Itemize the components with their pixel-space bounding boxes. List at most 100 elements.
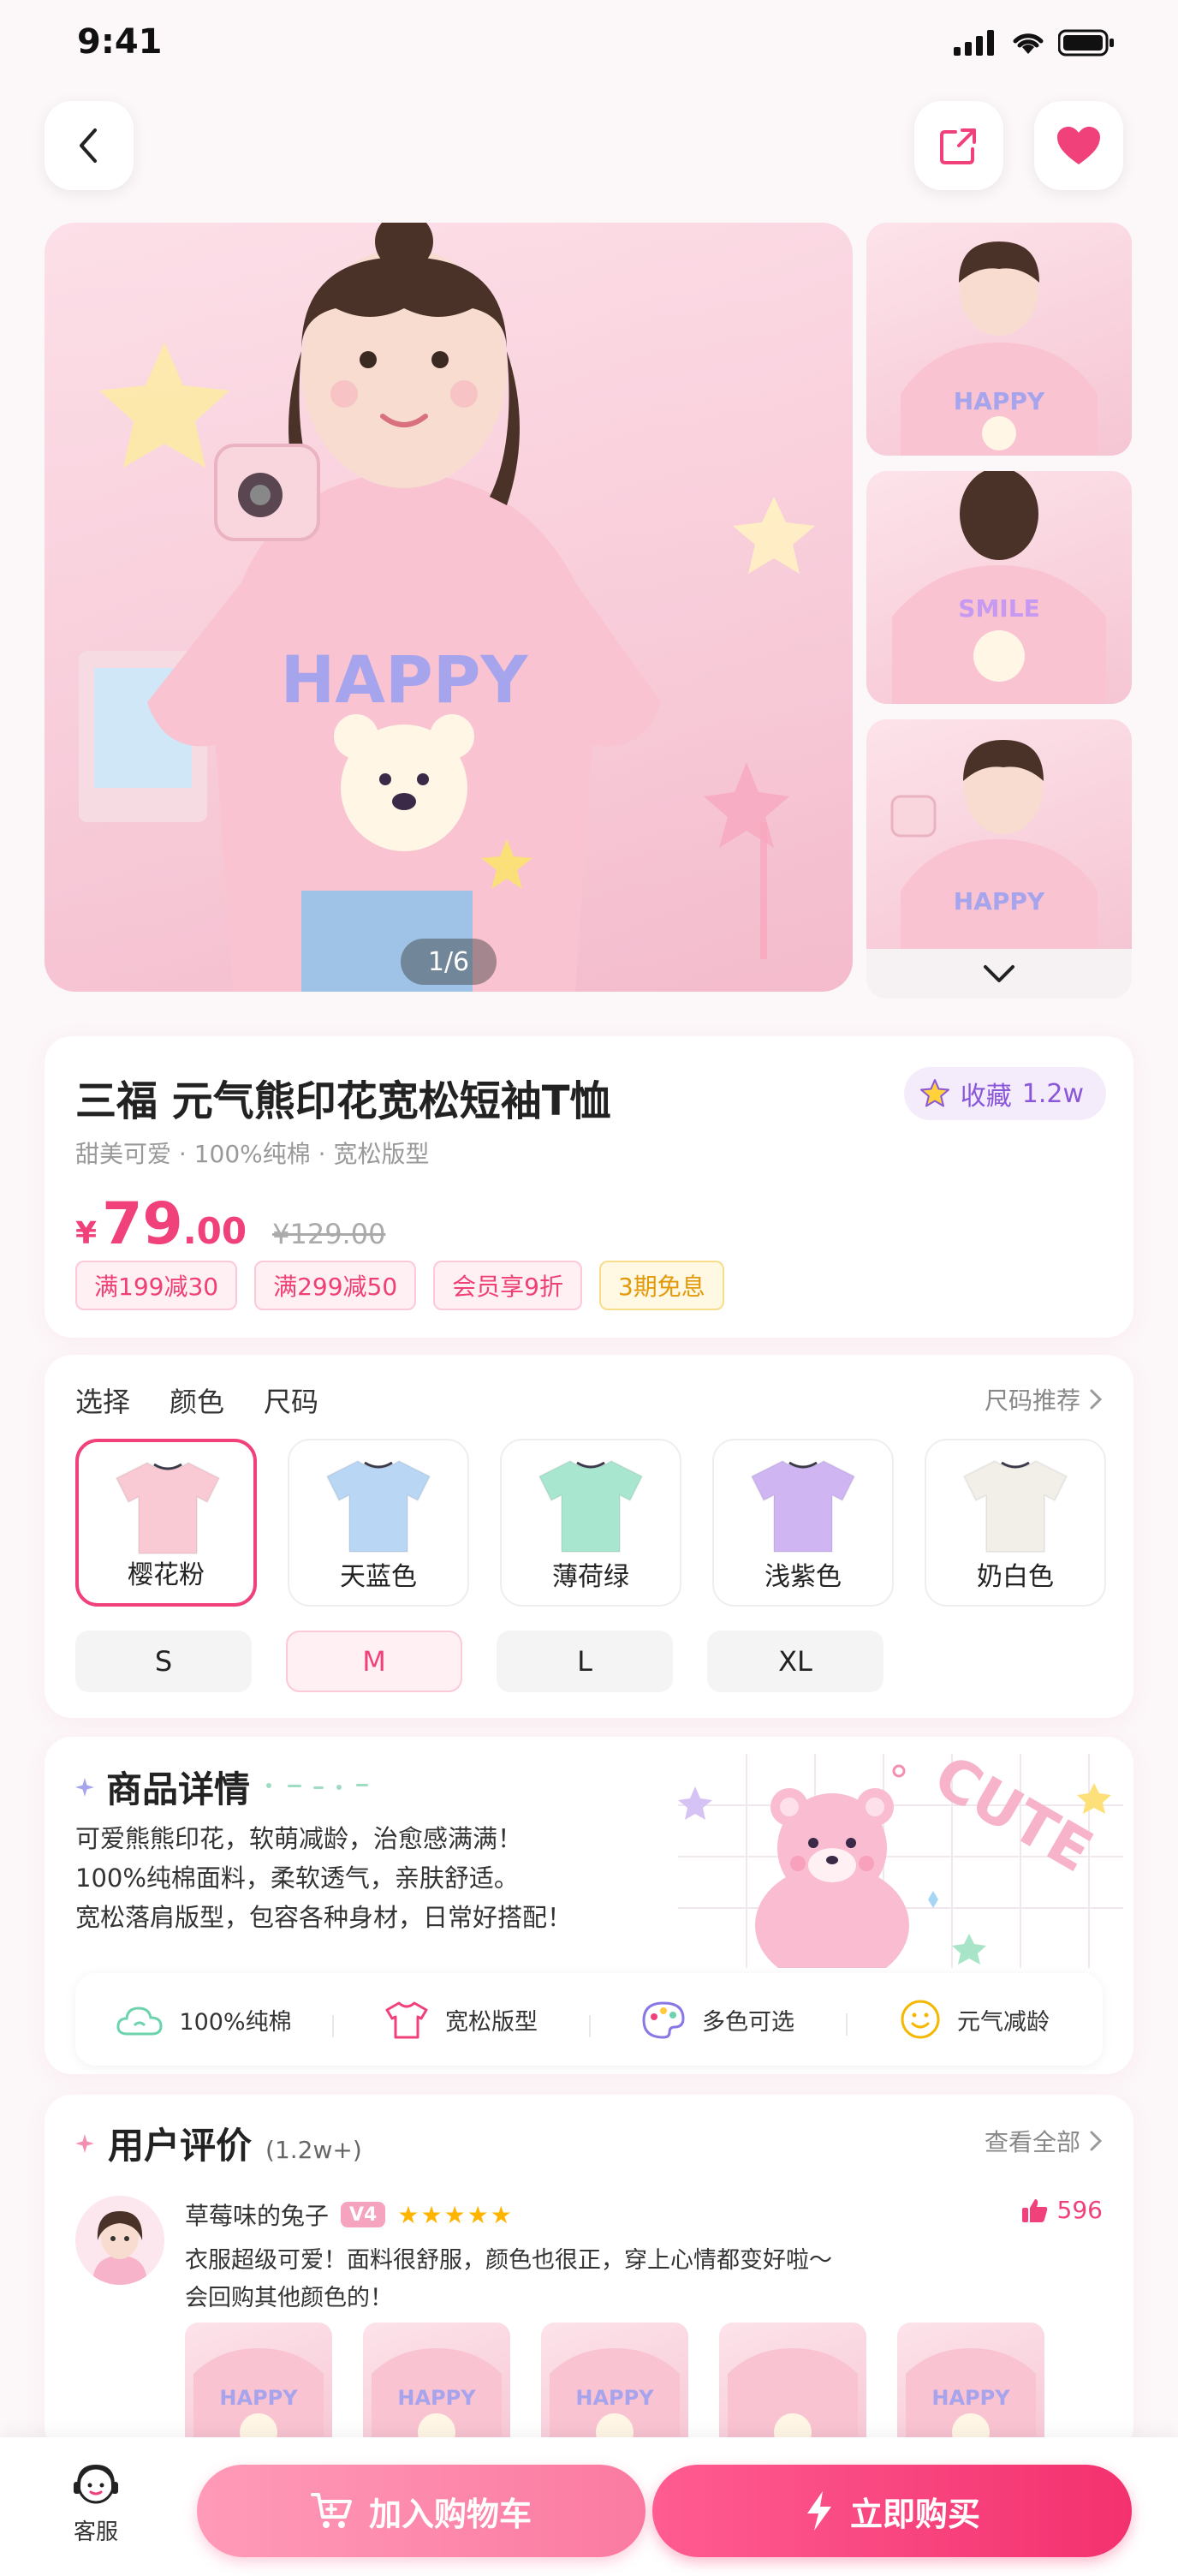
promo-tag[interactable]: 满199减30 bbox=[75, 1261, 238, 1310]
promo-tag[interactable]: 会员享9折 bbox=[433, 1261, 582, 1310]
heart-icon bbox=[1057, 127, 1100, 164]
color-option[interactable]: 浅紫色 bbox=[712, 1439, 894, 1607]
sparkle-icon bbox=[75, 2133, 94, 2153]
signal-icon bbox=[954, 30, 994, 56]
svg-text:HAPPY: HAPPY bbox=[954, 387, 1045, 415]
svg-text:HAPPY: HAPPY bbox=[575, 2386, 654, 2410]
details-line: 宽松落肩版型，包容各种身材，日常好搭配！ bbox=[75, 1903, 573, 1932]
price-integer: 79 bbox=[102, 1190, 183, 1258]
star-icon bbox=[919, 1079, 949, 1107]
details-line: 可爱熊熊印花，软萌减龄，治愈感满满！ bbox=[75, 1824, 523, 1853]
gallery-indicator: 1/6 bbox=[401, 939, 497, 985]
reviews-count: (1.2w+) bbox=[265, 2136, 362, 2164]
color-option[interactable]: 奶白色 bbox=[925, 1439, 1106, 1607]
size-option-xl[interactable]: XL bbox=[707, 1631, 884, 1692]
color-label: 樱花粉 bbox=[128, 1560, 205, 1590]
like-button[interactable]: 596 bbox=[1021, 2196, 1103, 2224]
color-label: 奶白色 bbox=[977, 1562, 1054, 1592]
color-label: 薄荷绿 bbox=[552, 1562, 629, 1592]
customer-service-label: 客服 bbox=[73, 2519, 118, 2545]
tab-select[interactable]: 选择 bbox=[75, 1380, 130, 1420]
svg-text:HAPPY: HAPPY bbox=[397, 2386, 476, 2410]
chevron-left-icon bbox=[80, 128, 97, 163]
review-photo[interactable]: HAPPY bbox=[897, 2323, 1044, 2454]
color-options: 樱花粉 天蓝色 薄荷绿 浅紫色 奶白色 bbox=[75, 1439, 1106, 1607]
share-button[interactable] bbox=[914, 101, 1003, 190]
reviewer-name[interactable]: 草莓味的兔子 bbox=[185, 2197, 329, 2232]
details-title: 商品详情 bbox=[106, 1768, 251, 1810]
color-option[interactable]: 薄荷绿 bbox=[500, 1439, 681, 1607]
tshirt-swatch-icon bbox=[116, 1462, 220, 1554]
feature-multi-color: 多色可选 bbox=[589, 2000, 846, 2039]
size-guide-link[interactable]: 尺码推荐 bbox=[985, 1382, 1103, 1416]
price-currency: ¥ bbox=[75, 1216, 98, 1251]
gallery-thumb-1[interactable]: HAPPY bbox=[866, 223, 1132, 456]
review-photo-illustration: HAPPY bbox=[906, 2348, 1036, 2454]
product-main-image[interactable]: HAPPY bbox=[45, 223, 853, 992]
svg-text:SMILE: SMILE bbox=[958, 594, 1039, 623]
product-title: 三福 元气熊印花宽松短袖T恤 bbox=[75, 1077, 611, 1125]
collect-button[interactable]: 收藏 1.2w bbox=[903, 1067, 1106, 1120]
cart-icon bbox=[310, 2493, 352, 2528]
review-photo-illustration: HAPPY bbox=[550, 2348, 680, 2454]
chevron-down-icon bbox=[984, 965, 1014, 982]
buy-now-button[interactable]: 立即购买 bbox=[652, 2465, 1132, 2557]
reviews-title: 用户评价 bbox=[108, 2125, 253, 2167]
member-level-badge: V4 bbox=[341, 2202, 386, 2227]
avatar-illustration bbox=[75, 2196, 164, 2285]
add-to-cart-button[interactable]: 加入购物车 bbox=[197, 2465, 646, 2557]
size-option-l[interactable]: L bbox=[497, 1631, 673, 1692]
details-heading: 商品详情 bbox=[75, 1761, 382, 1813]
color-option[interactable]: 天蓝色 bbox=[288, 1439, 469, 1607]
feature-label: 多色可选 bbox=[702, 2008, 794, 2036]
collect-count: 1.2w bbox=[1021, 1078, 1084, 1109]
smile-icon bbox=[901, 2000, 940, 2039]
size-option-s[interactable]: S bbox=[75, 1631, 252, 1692]
size-option-m[interactable]: M bbox=[286, 1631, 462, 1692]
cute-bear-illustration: CUTE bbox=[678, 1754, 1123, 1968]
review-line: 衣服超级可爱！面料很舒服，颜色也很正，穿上心情都变好啦～ bbox=[185, 2247, 832, 2274]
review-photo[interactable]: HAPPY bbox=[541, 2323, 688, 2454]
feature-cotton: 100%纯棉 bbox=[75, 2001, 332, 2037]
reviewer-avatar[interactable] bbox=[75, 2196, 164, 2285]
price-row: ¥ 79 .00 ¥129.00 bbox=[75, 1190, 385, 1258]
feature-label: 100%纯棉 bbox=[179, 2008, 292, 2036]
color-label: 天蓝色 bbox=[340, 1562, 417, 1592]
favorite-heart-button[interactable] bbox=[1034, 101, 1123, 190]
customer-service-button[interactable]: 客服 bbox=[68, 2460, 123, 2546]
gallery-more-button[interactable] bbox=[866, 949, 1132, 999]
collect-label: 收藏 bbox=[960, 1082, 1012, 1112]
view-all-reviews-link[interactable]: 查看全部 bbox=[985, 2124, 1103, 2158]
status-bar: 9:41 bbox=[0, 0, 1178, 86]
size-options: S M L XL bbox=[75, 1631, 884, 1692]
thumbs-up-icon bbox=[1021, 2198, 1047, 2222]
rating-stars: ★★★★★ bbox=[397, 2200, 514, 2229]
svg-text:HAPPY: HAPPY bbox=[931, 2386, 1010, 2410]
review-photo-illustration: HAPPY bbox=[193, 2348, 324, 2454]
promo-tag[interactable]: 满299减50 bbox=[254, 1261, 417, 1310]
review-photo[interactable] bbox=[719, 2323, 866, 2454]
tab-color[interactable]: 颜色 bbox=[170, 1380, 224, 1420]
feature-label: 宽松版型 bbox=[445, 2008, 538, 2036]
like-count: 596 bbox=[1056, 2196, 1103, 2224]
feature-youthful: 元气减龄 bbox=[846, 1998, 1103, 2041]
review-photo[interactable]: HAPPY bbox=[363, 2323, 510, 2454]
installment-tag[interactable]: 3期免息 bbox=[598, 1261, 724, 1310]
promo-tags: 满199减30 满299减50 会员享9折 3期免息 bbox=[75, 1261, 724, 1310]
review-photos: HAPPY HAPPY HAPPY HAPPY bbox=[185, 2323, 1044, 2454]
decor-dashes-icon bbox=[266, 1782, 369, 1790]
gallery-thumb-3[interactable]: HAPPY bbox=[866, 719, 1132, 949]
color-option[interactable]: 樱花粉 bbox=[75, 1439, 257, 1607]
tab-size[interactable]: 尺码 bbox=[264, 1380, 318, 1420]
tshirt-swatch-icon bbox=[751, 1460, 855, 1553]
sparkle-icon bbox=[75, 1777, 94, 1797]
tshirt-swatch-icon bbox=[326, 1460, 431, 1553]
gallery-thumb-2[interactable]: SMILE bbox=[866, 471, 1132, 704]
review-text: 衣服超级可爱！面料很舒服，颜色也很正，穿上心情都变好啦～ 会回购其他颜色的！ bbox=[185, 2242, 832, 2317]
status-time: 9:41 bbox=[77, 22, 163, 62]
back-button[interactable] bbox=[45, 101, 134, 190]
review-photo[interactable]: HAPPY bbox=[185, 2323, 332, 2454]
thumb-illustration-2: SMILE bbox=[892, 471, 1106, 704]
status-icons bbox=[954, 29, 1115, 57]
sku-selection-card: 选择 颜色 尺码 尺码推荐 樱花粉 天蓝色 薄荷绿 浅紫色 奶白色 S M L XL bbox=[45, 1355, 1133, 1718]
